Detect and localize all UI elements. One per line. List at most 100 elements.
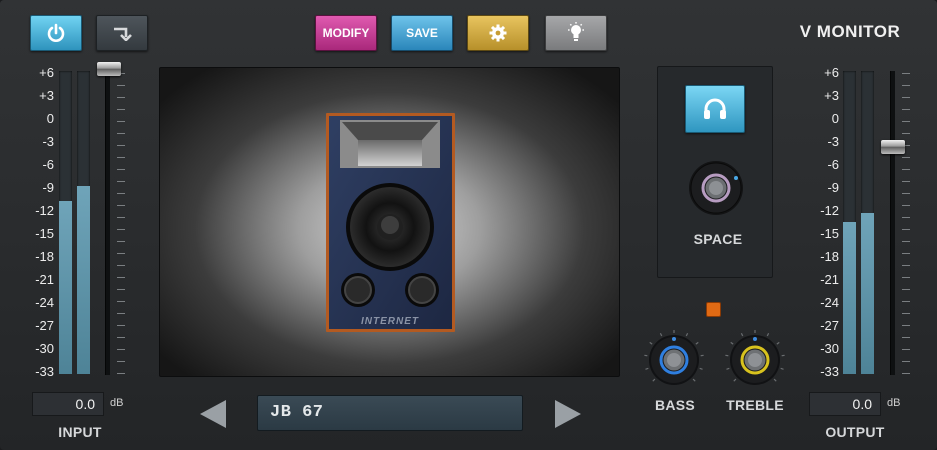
fader-tick — [117, 373, 125, 374]
output-unit-label: dB — [887, 397, 901, 409]
status-led — [706, 302, 721, 317]
fader-tick — [902, 97, 910, 98]
fader-tick — [117, 181, 125, 182]
fader-tick — [117, 217, 125, 218]
db-scale-label: -12 — [35, 203, 54, 218]
output-gain-field[interactable]: 0.0 — [809, 392, 881, 416]
speaker-display: INTERNET — [159, 67, 620, 377]
fader-tick — [117, 277, 125, 278]
speaker-image: INTERNET — [326, 113, 455, 332]
input-meter-left — [59, 71, 72, 374]
space-knob[interactable] — [686, 158, 746, 218]
fader-tick — [117, 301, 125, 302]
db-scale-label: -21 — [820, 272, 839, 287]
fader-tick — [117, 265, 125, 266]
fader-tick — [117, 85, 125, 86]
db-scale-label: -3 — [827, 134, 839, 149]
modify-button[interactable]: MODIFY — [315, 15, 377, 51]
knob-tick — [730, 341, 734, 345]
light-button[interactable] — [545, 15, 607, 51]
db-scale-label: -27 — [820, 318, 839, 333]
preset-name-field[interactable]: JB 67 — [257, 395, 523, 431]
db-scale-label: 0 — [831, 111, 839, 126]
fader-tick — [902, 133, 910, 134]
knob-tick — [652, 378, 656, 382]
fader-tick — [117, 229, 125, 230]
output-fader-ticks — [902, 73, 910, 374]
fader-tick — [117, 349, 125, 350]
input-meter-right — [77, 71, 90, 374]
power-button[interactable] — [30, 15, 82, 51]
output-fader-track[interactable] — [890, 71, 895, 375]
knob-tick — [780, 367, 784, 370]
fader-tick — [117, 133, 125, 134]
fader-tick — [902, 361, 910, 362]
treble-knob[interactable] — [723, 328, 787, 392]
speaker-brand-label: INTERNET — [361, 316, 419, 327]
db-scale-label: -12 — [820, 203, 839, 218]
output-meter-right — [861, 71, 874, 374]
fader-tick — [902, 181, 910, 182]
bass-knob[interactable] — [642, 328, 706, 392]
fader-tick — [902, 313, 910, 314]
fader-tick — [902, 241, 910, 242]
fader-tick — [902, 121, 910, 122]
input-gain-field[interactable]: 0.0 — [32, 392, 104, 416]
knob-tick — [659, 332, 663, 337]
fader-tick — [117, 241, 125, 242]
fader-tick — [117, 193, 125, 194]
db-scale-label: -15 — [820, 226, 839, 241]
fader-tick — [902, 337, 910, 338]
route-button[interactable] — [96, 15, 148, 51]
fader-tick — [117, 121, 125, 122]
db-scale-label: -27 — [35, 318, 54, 333]
input-unit-label: dB — [110, 397, 124, 409]
knob-tick — [773, 378, 777, 382]
output-fader-handle[interactable] — [881, 140, 905, 154]
power-icon — [47, 23, 65, 42]
knob-tick — [740, 332, 744, 337]
fader-tick — [902, 205, 910, 206]
input-meter-left-level — [59, 201, 72, 374]
fader-tick — [117, 169, 125, 170]
db-scale-label: -15 — [35, 226, 54, 241]
db-scale-label: -24 — [35, 295, 54, 310]
output-meter-left-level — [843, 222, 856, 374]
fader-tick — [117, 337, 125, 338]
fader-tick — [902, 73, 910, 74]
headphones-icon — [704, 98, 726, 119]
knob-tick — [776, 341, 780, 345]
db-scale-label: +3 — [39, 88, 54, 103]
input-fader-track[interactable] — [105, 71, 110, 375]
fader-tick — [117, 145, 125, 146]
fader-tick — [117, 253, 125, 254]
output-meter-right-level — [861, 213, 874, 374]
arrow-right-icon[interactable] — [555, 400, 581, 428]
space-label: SPACE — [693, 231, 743, 247]
fader-tick — [117, 109, 125, 110]
fader-tick — [117, 325, 125, 326]
save-button[interactable]: SAVE — [391, 15, 453, 51]
fader-tick — [902, 373, 910, 374]
fader-tick — [117, 289, 125, 290]
db-scale-label: -21 — [35, 272, 54, 287]
knob-tick — [726, 367, 730, 370]
plugin-title: V MONITOR — [799, 22, 901, 41]
knob-tick — [685, 332, 689, 337]
knob-tick — [695, 341, 699, 345]
fader-tick — [902, 169, 910, 170]
fader-tick — [902, 277, 910, 278]
fader-tick — [117, 97, 125, 98]
bass-label: BASS — [654, 397, 696, 413]
settings-button[interactable] — [467, 15, 529, 51]
arrow-left-icon[interactable] — [200, 400, 226, 428]
headphones-button[interactable] — [685, 85, 745, 133]
knob-tick — [649, 341, 653, 345]
knob-tick — [645, 367, 649, 370]
input-label: INPUT — [58, 424, 102, 440]
db-scale-label: -18 — [35, 249, 54, 264]
input-fader-handle[interactable] — [97, 62, 121, 76]
db-scale-label: 0 — [46, 111, 54, 126]
db-scale-label: +3 — [824, 88, 839, 103]
db-scale-label: -30 — [35, 341, 54, 356]
